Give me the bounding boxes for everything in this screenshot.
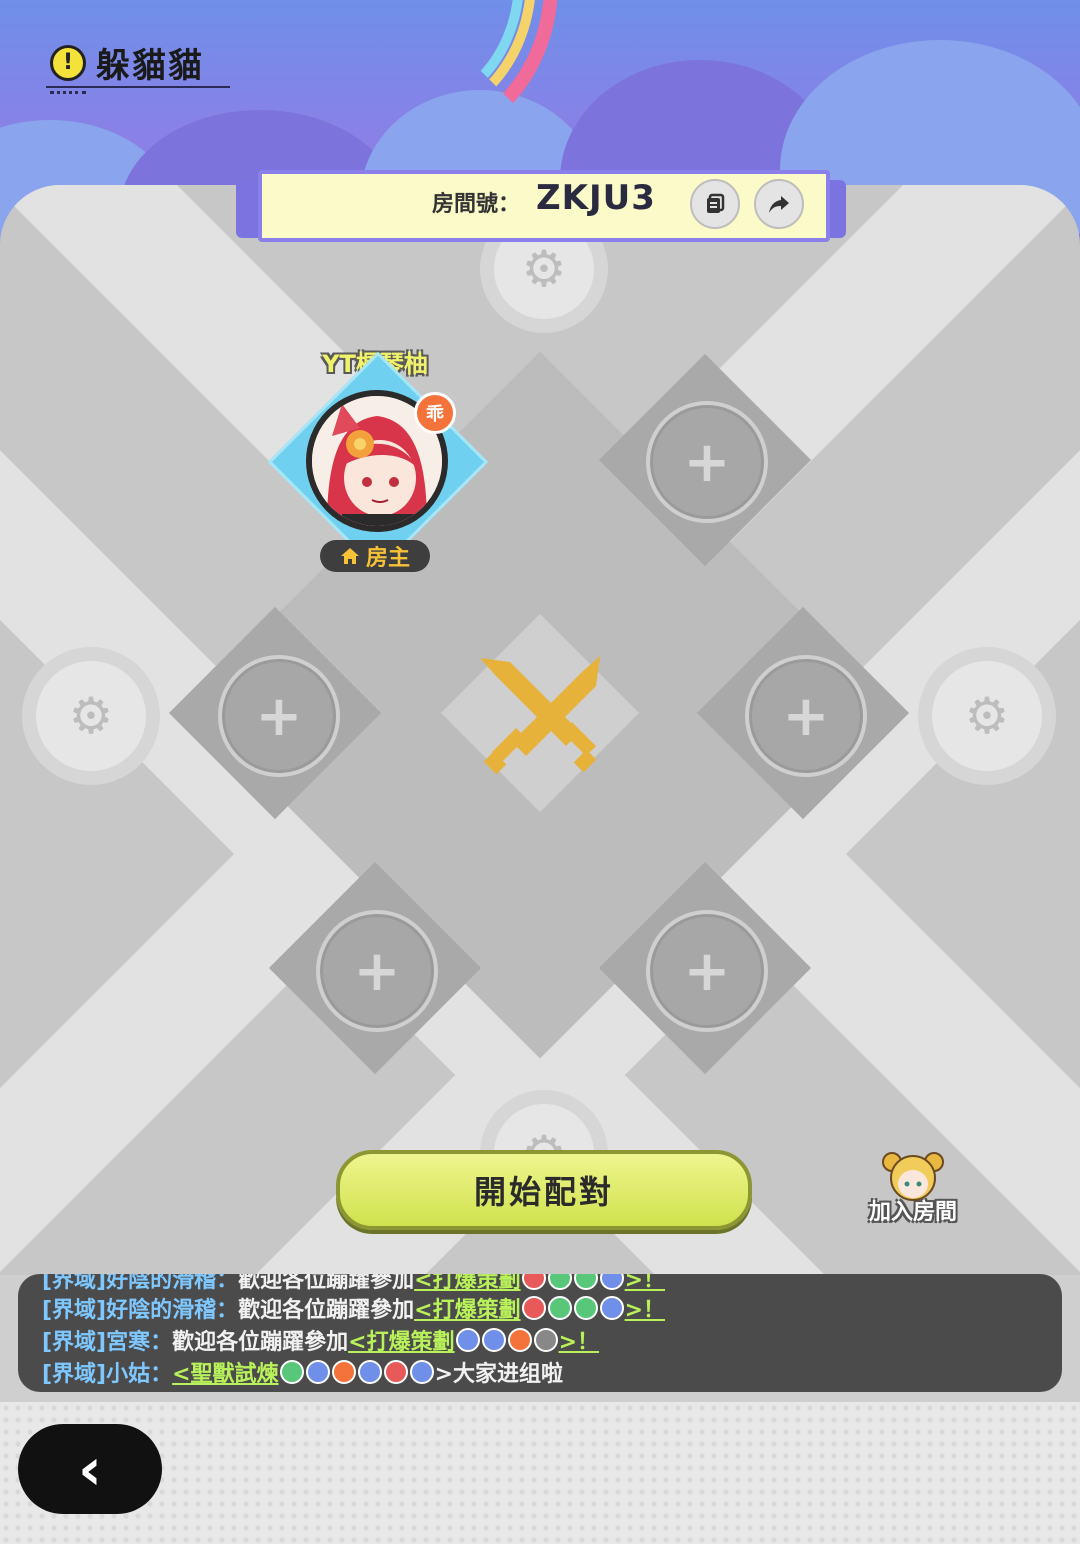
join-room-button[interactable]: 加入房間 — [858, 1148, 968, 1226]
add-player-slot-bottom-left[interactable]: + — [316, 910, 438, 1032]
emblem-icon — [599, 1274, 624, 1290]
share-icon — [769, 196, 789, 213]
title-underline — [46, 86, 230, 88]
board-emblem-right: ⚙ — [918, 647, 1056, 785]
join-room-character-icon — [882, 1148, 944, 1202]
host-role-badge: 房主 — [320, 540, 430, 572]
chat-line: [界域]好陰的滑稽：歡迎各位蹦躍參加<打爆策劃 >！ — [42, 1296, 666, 1323]
title-dots — [50, 91, 86, 94]
emblem-icon — [481, 1328, 506, 1352]
chat-panel[interactable]: [界域]好陰的滑稽：歡迎各位蹦躍參加<打爆策劃 >！ [界域]好陰的滑稽：歡迎各位… — [18, 1274, 1062, 1392]
copy-room-code-button[interactable] — [690, 179, 740, 229]
emblem-icon — [279, 1360, 304, 1384]
emblem-icon — [409, 1360, 434, 1384]
share-room-button[interactable] — [754, 179, 804, 229]
emblem-icon — [547, 1274, 572, 1290]
room-code: ZKJU3 — [536, 178, 656, 218]
copy-icon — [707, 193, 725, 213]
footer-bar — [0, 1402, 1080, 1544]
emblem-icon — [305, 1360, 330, 1384]
emblem-icon — [383, 1360, 408, 1384]
emblem-icon — [521, 1296, 546, 1320]
home-icon — [340, 548, 359, 564]
chat-line: [界域]好陰的滑稽：歡迎各位蹦躍參加<打爆策劃 >！ — [42, 1274, 665, 1294]
game-mode-header: ! 躲貓貓 — [50, 38, 204, 87]
add-player-slot-right[interactable]: + — [745, 655, 867, 777]
emblem-icon — [357, 1360, 382, 1384]
emblem-icon — [331, 1360, 356, 1384]
crossed-swords-icon — [480, 656, 600, 775]
back-button[interactable]: ‹ — [18, 1424, 162, 1514]
room-number-label: 房間號： — [432, 192, 521, 217]
emblem-icon — [507, 1328, 532, 1352]
emblem-icon — [533, 1328, 558, 1352]
emblem-icon — [455, 1328, 480, 1352]
emblem-icon — [599, 1296, 624, 1320]
emblem-icon — [573, 1296, 598, 1320]
emblem-icon — [521, 1274, 546, 1290]
board-emblem-left: ⚙ — [22, 647, 160, 785]
add-player-slot-bottom-right[interactable]: + — [646, 910, 768, 1032]
add-player-slot-left[interactable]: + — [218, 655, 340, 777]
host-role-label: 房主 — [365, 546, 410, 571]
room-info-banner: 房間號： ZKJU3 — [236, 166, 846, 246]
chat-line: [界域]小姑：<聖獸試煉 >大家进组啦 — [42, 1360, 563, 1387]
emblem-icon — [547, 1296, 572, 1320]
start-matching-button[interactable]: 開始配對 — [336, 1150, 752, 1230]
emblem-icon — [573, 1274, 598, 1290]
host-rank-badge: 乖 — [414, 392, 456, 434]
add-player-slot-top-right[interactable]: + — [646, 401, 768, 523]
info-icon[interactable]: ! — [50, 44, 86, 81]
game-mode-title: 躲貓貓 — [96, 46, 204, 86]
chat-line: [界域]宮寒：歡迎各位蹦躍參加<打爆策劃 >！ — [42, 1328, 600, 1355]
